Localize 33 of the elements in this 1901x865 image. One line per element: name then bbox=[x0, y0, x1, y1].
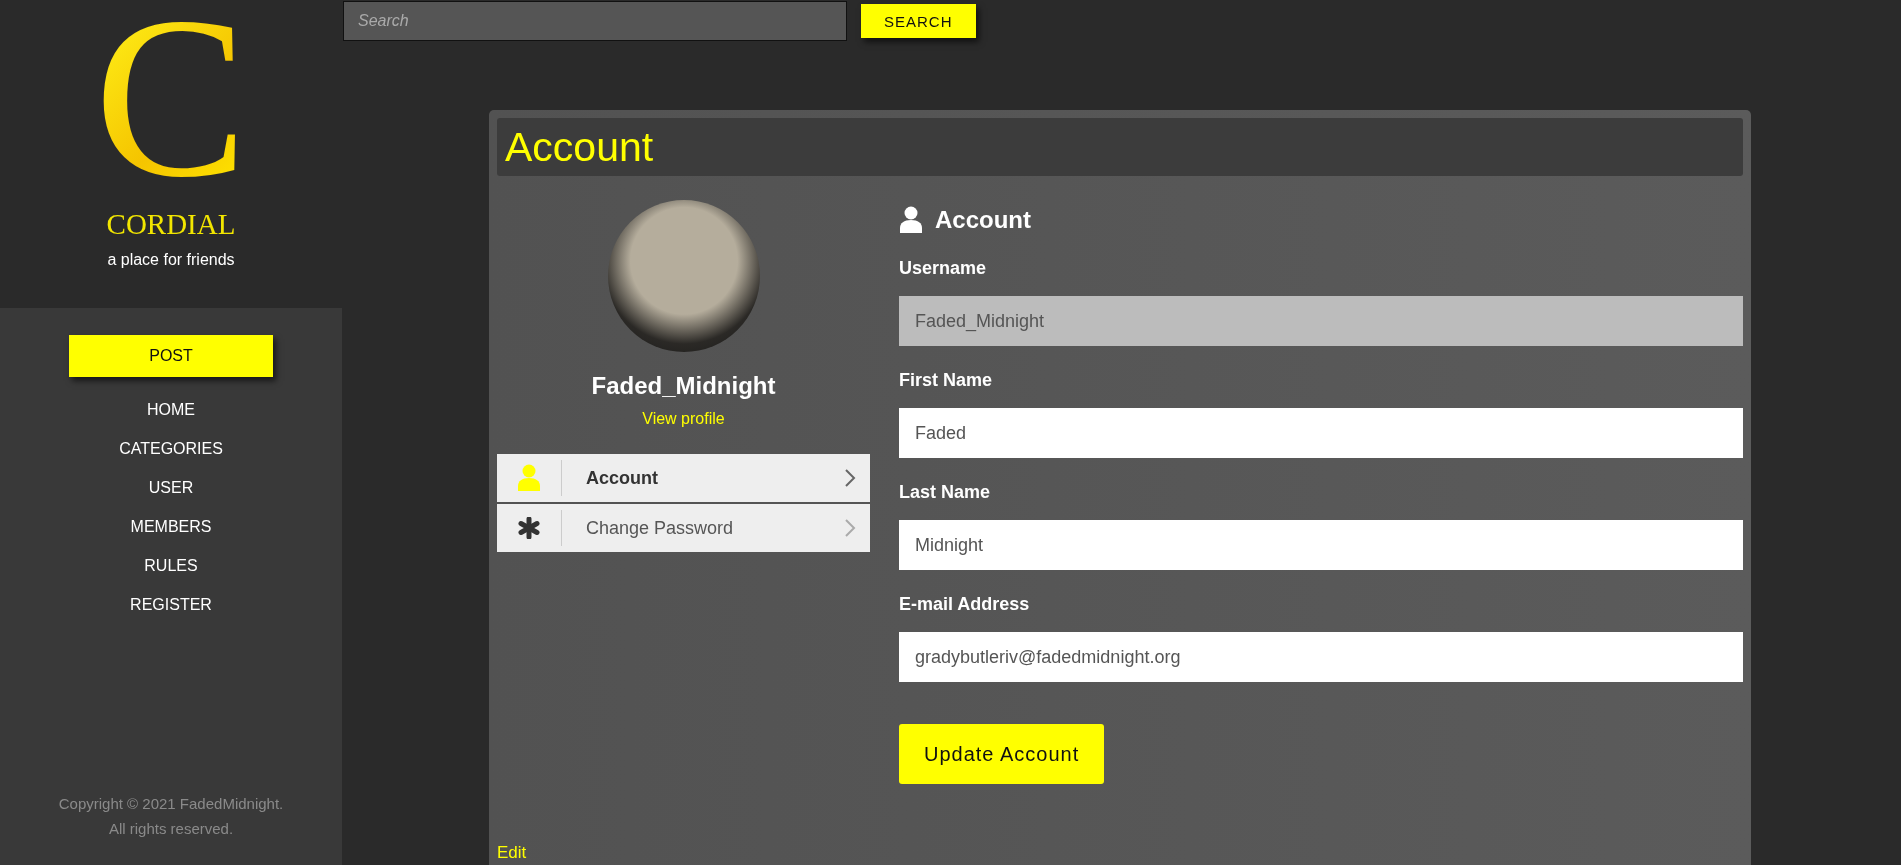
settings-menu-item[interactable]: Change Password bbox=[497, 504, 870, 552]
copyright-text: All rights reserved. bbox=[108, 820, 234, 837]
chevron-right-icon bbox=[844, 518, 856, 538]
user-icon bbox=[517, 464, 541, 492]
field-label: Last Name bbox=[899, 482, 992, 503]
card-title: Account bbox=[505, 123, 654, 171]
chevron-right-icon bbox=[844, 468, 856, 488]
tagline: a place for friends bbox=[107, 251, 235, 269]
nav-link[interactable]: MEMBERS bbox=[130, 516, 212, 538]
view-profile-link[interactable]: View profile bbox=[642, 410, 725, 428]
input-field[interactable]: gradybutleriv@fadedmidnight.org bbox=[899, 632, 1743, 682]
nav-link[interactable]: HOME bbox=[147, 399, 195, 421]
asterisk-icon bbox=[518, 517, 540, 539]
input-field[interactable]: Faded bbox=[899, 408, 1743, 458]
nav-link[interactable]: REGISTER bbox=[130, 594, 212, 616]
site-name: CORDIAL bbox=[106, 208, 236, 241]
search-field[interactable]: Search bbox=[343, 1, 847, 41]
post-button[interactable]: POST bbox=[69, 335, 273, 377]
settings-menu-item[interactable]: Account bbox=[497, 454, 870, 502]
nav-link[interactable]: RULES bbox=[144, 555, 198, 577]
field-label: First Name bbox=[899, 370, 994, 391]
nav-link[interactable]: CATEGORIES bbox=[119, 438, 223, 460]
field-label: E-mail Address bbox=[899, 594, 1031, 615]
profile-username: Faded_Midnight bbox=[591, 372, 776, 400]
field-label: Username bbox=[899, 258, 988, 279]
search-button[interactable]: SEARCH bbox=[861, 4, 976, 38]
copyright-text: Copyright © 2021 FadedMidnight. bbox=[58, 795, 284, 812]
input-field[interactable]: Midnight bbox=[899, 520, 1743, 570]
update-account-button[interactable]: Update Account bbox=[899, 724, 1105, 784]
form-heading: Account bbox=[935, 206, 1031, 234]
edit-link[interactable]: Edit bbox=[497, 843, 527, 865]
user-icon bbox=[899, 206, 923, 234]
nav-link[interactable]: USER bbox=[148, 477, 194, 499]
